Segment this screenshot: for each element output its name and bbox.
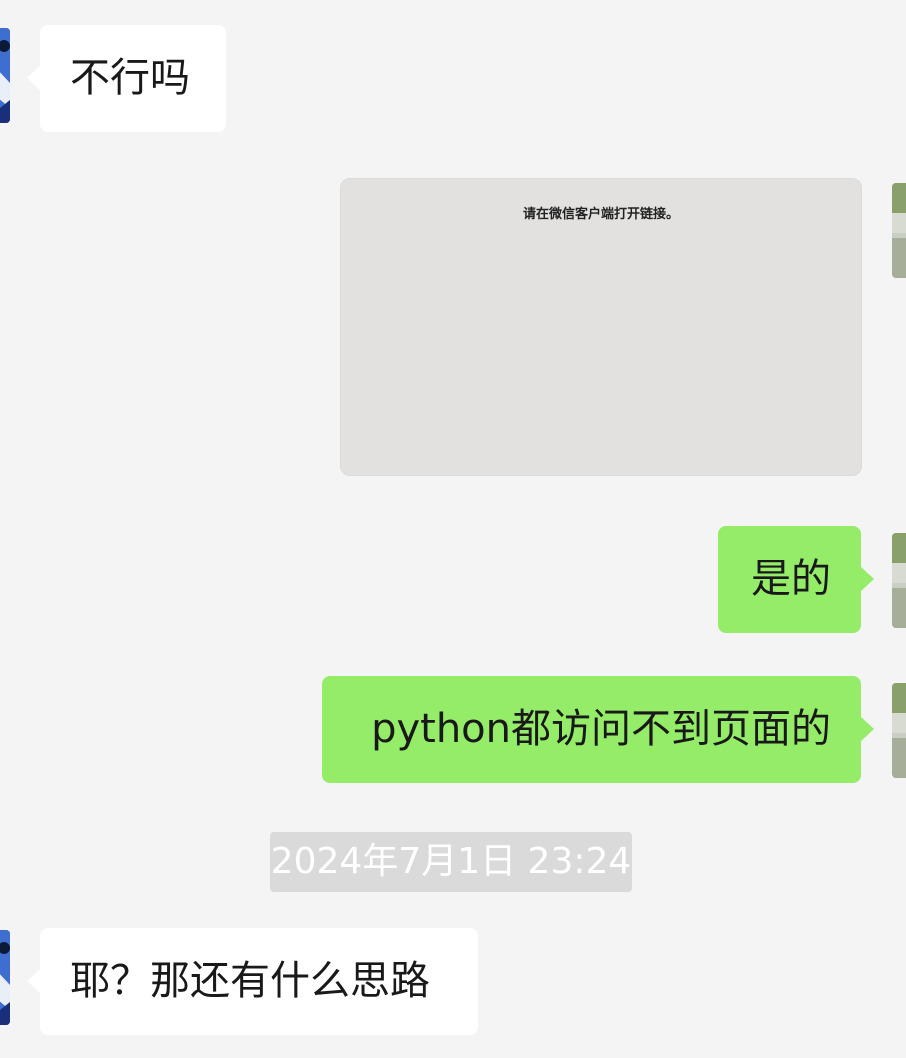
link-card-notice: 请在微信客户端打开链接。 <box>522 207 679 222</box>
incoming-message-bubble[interactable]: 耶？那还有什么思路 <box>27 928 478 1035</box>
message-text: 耶？那还有什么思路 <box>70 958 430 1004</box>
self-avatar-icon[interactable] <box>892 533 906 628</box>
contact-avatar-icon[interactable] <box>0 930 10 1025</box>
contact-avatar-icon[interactable] <box>0 28 10 123</box>
chat-timestamp: 2024年7月1日 23:24 <box>270 832 632 892</box>
outgoing-message-bubble[interactable]: python都访问不到页面的 <box>322 676 874 783</box>
self-avatar-icon[interactable] <box>892 183 906 278</box>
outgoing-message-bubble[interactable]: 是的 <box>718 526 874 633</box>
message-text: python都访问不到页面的 <box>371 706 831 752</box>
message-text: 是的 <box>751 556 831 602</box>
message-text: 不行吗 <box>70 55 190 101</box>
link-card-message[interactable]: 请在微信客户端打开链接。 <box>340 178 862 476</box>
incoming-message-bubble[interactable]: 不行吗 <box>27 25 226 132</box>
self-avatar-icon[interactable] <box>892 683 906 778</box>
